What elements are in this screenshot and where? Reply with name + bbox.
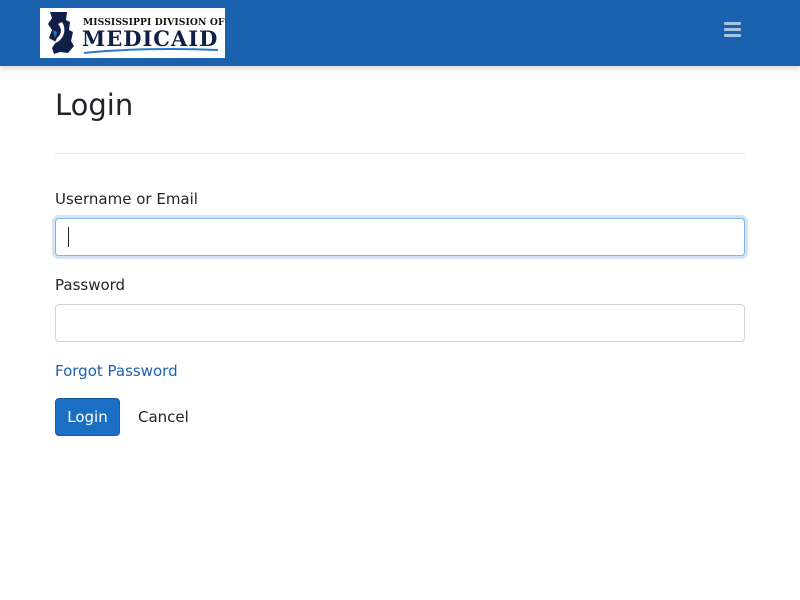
top-navbar: MISSISSIPPI DIVISION OF MEDICAID	[0, 0, 800, 66]
password-input[interactable]	[55, 304, 745, 342]
password-label: Password	[55, 276, 126, 294]
title-divider	[55, 153, 745, 154]
page-title: Login	[55, 88, 134, 122]
login-button[interactable]: Login	[55, 398, 120, 436]
username-input[interactable]	[55, 218, 745, 256]
forgot-password-link[interactable]: Forgot Password	[55, 361, 178, 381]
medicaid-logo[interactable]: MISSISSIPPI DIVISION OF MEDICAID	[40, 8, 225, 58]
text-caret	[68, 227, 69, 247]
hamburger-icon[interactable]	[718, 18, 746, 42]
cancel-button[interactable]: Cancel	[132, 398, 195, 436]
logo-main-text: MEDICAID	[82, 26, 219, 51]
username-label: Username or Email	[55, 190, 198, 208]
